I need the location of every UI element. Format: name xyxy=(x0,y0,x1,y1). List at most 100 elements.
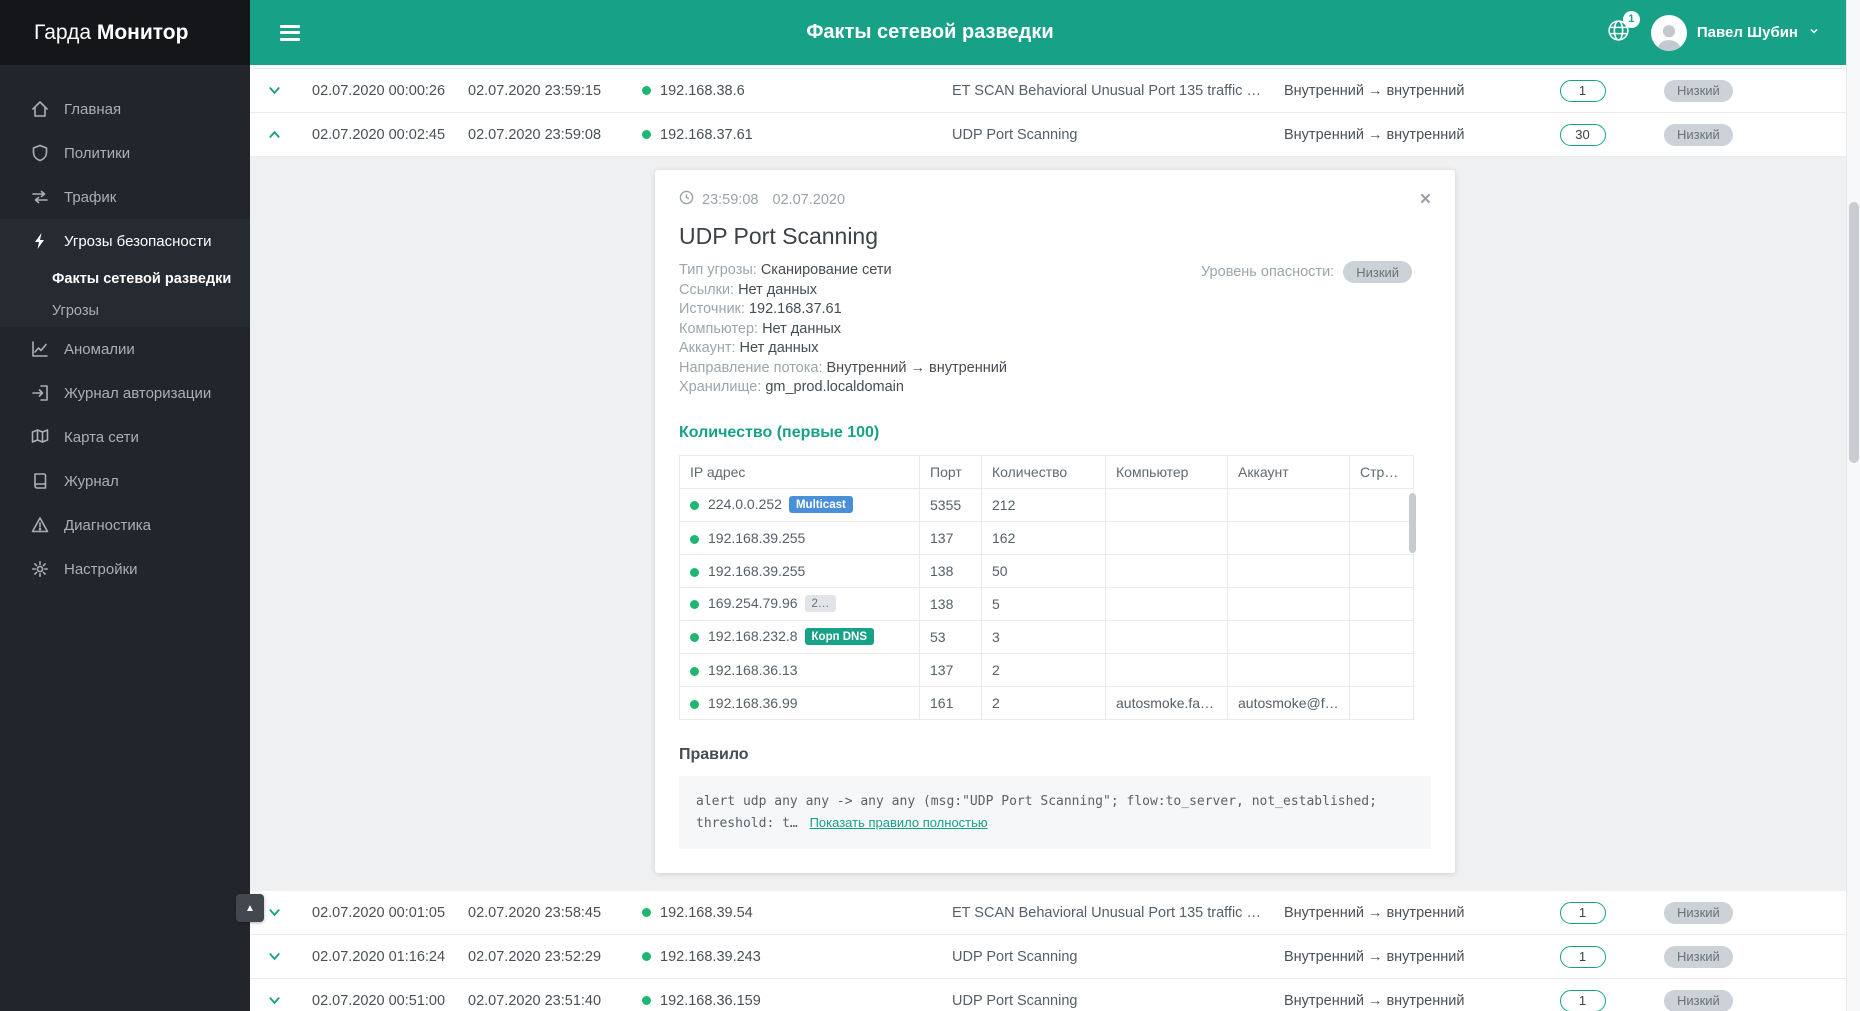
sidebar-item-journal[interactable]: Журнал xyxy=(0,459,250,503)
sidebar-item-settings[interactable]: Настройки xyxy=(0,547,250,591)
sidebar-subitem-threats-list[interactable]: Угрозы xyxy=(0,295,250,327)
count-col-header: IP адрес xyxy=(679,454,920,489)
count-computer xyxy=(1105,553,1228,588)
count-col-header: Количество xyxy=(981,454,1106,489)
user-name: Павел Шубин xyxy=(1696,24,1798,41)
detail-field: Хранилище: gm_prod.localdomain xyxy=(679,378,1201,398)
field-value: Нет данных xyxy=(738,281,818,298)
detail-field: Направление потока: Внутренний → внутренн… xyxy=(679,359,1201,379)
count-value: 212 xyxy=(981,487,1106,522)
count-col-header: Компьютер xyxy=(1105,454,1228,489)
ip-status-dot xyxy=(690,534,699,544)
count-country xyxy=(1349,487,1414,522)
threat-name: UDP Port Scanning xyxy=(952,126,1078,143)
detail-field: Компьютер: Нет данных xyxy=(679,320,1201,340)
user-menu[interactable]: Павел Шубин xyxy=(1650,14,1820,51)
fact-row[interactable]: 02.07.2020 00:51:00 02.07.2020 23:51:40 19… xyxy=(250,979,1860,1011)
ip-status-dot xyxy=(642,86,651,95)
sidebar-item-label: Журнал авторизации xyxy=(64,384,212,402)
show-full-rule-link[interactable]: Показать правило полностью xyxy=(810,815,988,830)
flow-direction: Внутренний → внутренний xyxy=(1284,126,1465,143)
sidebar-item-label: Аномалии xyxy=(64,340,135,358)
count-table-scrollbar[interactable] xyxy=(1409,491,1416,718)
rule-box: alert udp any any -> any any (msg:"UDP P… xyxy=(679,775,1431,850)
threat-name: UDP Port Scanning xyxy=(952,948,1078,965)
source-ip: 192.168.36.159 xyxy=(636,993,952,1009)
ip-status-dot xyxy=(690,567,699,577)
event-count: 1 xyxy=(1521,79,1644,102)
fact-row[interactable]: 02.07.2020 01:16:24 02.07.2020 23:52:29 19… xyxy=(250,935,1860,980)
flow-direction: Внутренний → внутренний xyxy=(1284,904,1465,921)
level-badge: Низкий xyxy=(1664,123,1733,146)
field-label: Ссылки: xyxy=(679,281,735,298)
field-label: Направление потока: xyxy=(679,359,823,376)
detail-field: Источник: 192.168.37.61 xyxy=(679,300,1201,320)
topbar: Факты сетевой разведки 1 Павел Шубин xyxy=(250,0,1860,65)
danger-level-label: Уровень опасности: xyxy=(1201,264,1335,280)
scrollbar-thumb[interactable] xyxy=(1849,202,1859,463)
expand-row-button[interactable] xyxy=(250,993,298,1008)
app-logo[interactable]: Гарда Монитор xyxy=(0,0,250,65)
sidebar-subitem-recon-facts[interactable]: Факты сетевой разведки xyxy=(0,263,250,295)
expand-row-button[interactable] xyxy=(250,949,298,964)
count-account xyxy=(1227,520,1350,555)
brand-bold: Монитор xyxy=(96,21,189,44)
sidebar-item-label: Трафик xyxy=(64,188,117,206)
count-row: 192.168.36.99 161 2 autosmoke.fa… autosmoke@… xyxy=(679,685,1414,720)
level-badge: Низкий xyxy=(1664,989,1733,1011)
threat-detail-card: 23:59:08 02.07.2020 × UDP Port Scanning … xyxy=(655,170,1455,874)
sidebar-item-auth-log[interactable]: Журнал авторизации xyxy=(0,371,250,415)
detail-title: UDP Port Scanning xyxy=(679,223,879,249)
count-ip: 192.168.39.255 xyxy=(679,553,920,588)
fact-row[interactable]: 02.07.2020 00:01:05 02.07.2020 23:58:45 19… xyxy=(250,891,1860,936)
ip-status-dot xyxy=(642,952,651,962)
count-pill: 1 xyxy=(1559,989,1606,1011)
count-table: IP адрес Порт Количество Компьютер Аккаунт Ст… xyxy=(679,454,1416,720)
time-end: 02.07.2020 23:52:29 xyxy=(468,948,602,965)
level-badge: Низкий xyxy=(1664,945,1733,968)
sidebar-toggle-button[interactable] xyxy=(276,17,304,48)
fact-row[interactable]: 02.07.2020 00:02:45 02.07.2020 23:59:08 19… xyxy=(250,113,1860,157)
sidebar-item-traffic[interactable]: Трафик xyxy=(0,175,250,219)
close-detail-button[interactable]: × xyxy=(1420,190,1431,209)
fact-row[interactable]: 02.07.2020 00:00:26 02.07.2020 23:59:15 19… xyxy=(250,69,1860,113)
field-label: Источник: xyxy=(679,301,745,317)
sidebar-item-label: Политики xyxy=(64,144,131,162)
count-value: 3 xyxy=(981,619,1106,654)
time-start: 02.07.2020 00:00:26 xyxy=(312,82,446,99)
scroll-to-top-button[interactable]: ▲ xyxy=(236,894,264,922)
expand-row-button[interactable] xyxy=(250,83,298,98)
bolt-icon xyxy=(30,232,50,250)
sidebar-item-network-map[interactable]: Карта сети xyxy=(0,415,250,459)
arrow-up-icon: ▲ xyxy=(245,902,255,914)
count-col-header: Аккаунт xyxy=(1227,454,1350,489)
sidebar-item-main[interactable]: Главная xyxy=(0,87,250,131)
field-value: Нет данных xyxy=(762,320,842,337)
page-title: Факты сетевой разведки xyxy=(806,21,1054,43)
notifications-button[interactable]: 1 xyxy=(1606,10,1640,48)
count-computer xyxy=(1105,586,1228,621)
sidebar-nav: Главная Политики Трафик Угрозы безопасности… xyxy=(0,65,250,591)
ip-status-dot xyxy=(690,500,699,510)
clock-icon xyxy=(679,190,694,209)
count-scrollbar-thumb[interactable] xyxy=(1409,492,1416,553)
sidebar-item-threats[interactable]: Угрозы безопасности xyxy=(0,219,250,263)
event-count: 1 xyxy=(1521,945,1644,968)
sidebar-item-diagnostics[interactable]: Диагностика xyxy=(0,503,250,547)
collapse-row-button[interactable] xyxy=(250,127,298,142)
count-ip: 192.168.36.13 xyxy=(679,652,920,687)
sidebar-item-label: Журнал xyxy=(64,472,119,490)
app-root: Гарда Монитор Главная Политики Трафик Угроз… xyxy=(0,0,1860,1011)
detail-field: Тип угрозы: Сканирование сети xyxy=(679,261,1201,281)
sidebar-item-policies[interactable]: Политики xyxy=(0,131,250,175)
count-pill: 1 xyxy=(1559,901,1606,924)
sidebar-item-label: Угрозы безопасности xyxy=(64,232,212,250)
event-count: 1 xyxy=(1521,989,1644,1011)
sidebar-item-anomalies[interactable]: Аномалии xyxy=(0,327,250,371)
threat-name: ET SCAN Behavioral Unusual Port 135 traf… xyxy=(952,82,1284,99)
field-label: Хранилище: xyxy=(679,379,762,395)
detail-header: 23:59:08 02.07.2020 × xyxy=(679,190,1431,209)
sidebar-item-label: Карта сети xyxy=(64,428,139,446)
danger-level: Низкий xyxy=(1644,945,1860,968)
page-scrollbar[interactable] xyxy=(1846,0,1860,1011)
